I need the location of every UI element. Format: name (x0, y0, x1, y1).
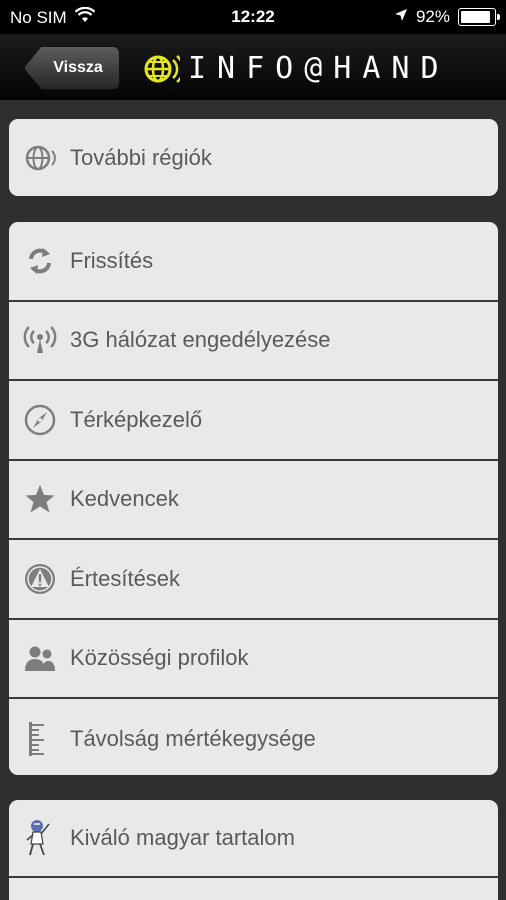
menu-item-hungarian-content[interactable]: Kiváló magyar tartalom (9, 800, 498, 878)
menu-item-label: 3G hálózat engedélyezése (70, 327, 331, 353)
star-icon (20, 479, 60, 519)
menu-item-label: Kiváló magyar tartalom (70, 825, 295, 850)
menu-item-label: Frissítés (70, 247, 154, 273)
menu-item-label: Térképkezelő (70, 406, 203, 432)
mascot-icon (20, 818, 60, 858)
navigation-bar: Vissza INFO@HAND (0, 34, 506, 100)
warning-icon (20, 559, 60, 599)
settings-group-content: Kiváló magyar tartalom (9, 800, 498, 900)
menu-item-3g-network[interactable]: 3G hálózat engedélyezése (9, 302, 498, 381)
menu-item-label: További régiók (70, 144, 212, 170)
settings-group-main: Frissítés 3G hálózat engedélyezése Térké… (9, 222, 498, 775)
menu-item-notifications[interactable]: Értesítések (9, 540, 498, 620)
logo-globe-icon (144, 55, 180, 83)
compass-icon (20, 400, 60, 440)
status-bar: No SIM 12:22 92% (0, 0, 506, 34)
menu-item-social-profiles[interactable]: Közösségi profilok (9, 620, 498, 699)
menu-item-distance-unit[interactable]: Távolság mértékegysége (9, 699, 498, 775)
menu-item-next[interactable] (9, 878, 498, 900)
signal-tower-icon (20, 320, 60, 360)
globe-icon (20, 138, 60, 178)
battery-icon (458, 8, 500, 26)
status-right: 92% (394, 7, 500, 27)
refresh-icon (20, 241, 60, 281)
menu-item-label: Közösségi profilok (70, 645, 249, 671)
people-icon (20, 638, 60, 678)
app-logo: INFO@HAND (142, 50, 450, 88)
back-button[interactable]: Vissza (24, 46, 120, 90)
battery-percent: 92% (415, 7, 450, 26)
logo-text: INFO@HAND (188, 51, 450, 86)
menu-item-label: Távolság mértékegysége (70, 725, 316, 751)
menu-item-map-manager[interactable]: Térképkezelő (9, 381, 498, 461)
menu-item-label: Értesítések (70, 565, 181, 591)
location-arrow-icon (394, 7, 408, 27)
menu-item-label: Kedvencek (70, 486, 179, 512)
ruler-icon (20, 719, 60, 759)
settings-group-regions: További régiók (9, 119, 498, 196)
menu-item-favorites[interactable]: Kedvencek (9, 461, 498, 540)
menu-item-more-regions[interactable]: További régiók (9, 119, 498, 196)
menu-item-refresh[interactable]: Frissítés (9, 222, 498, 302)
